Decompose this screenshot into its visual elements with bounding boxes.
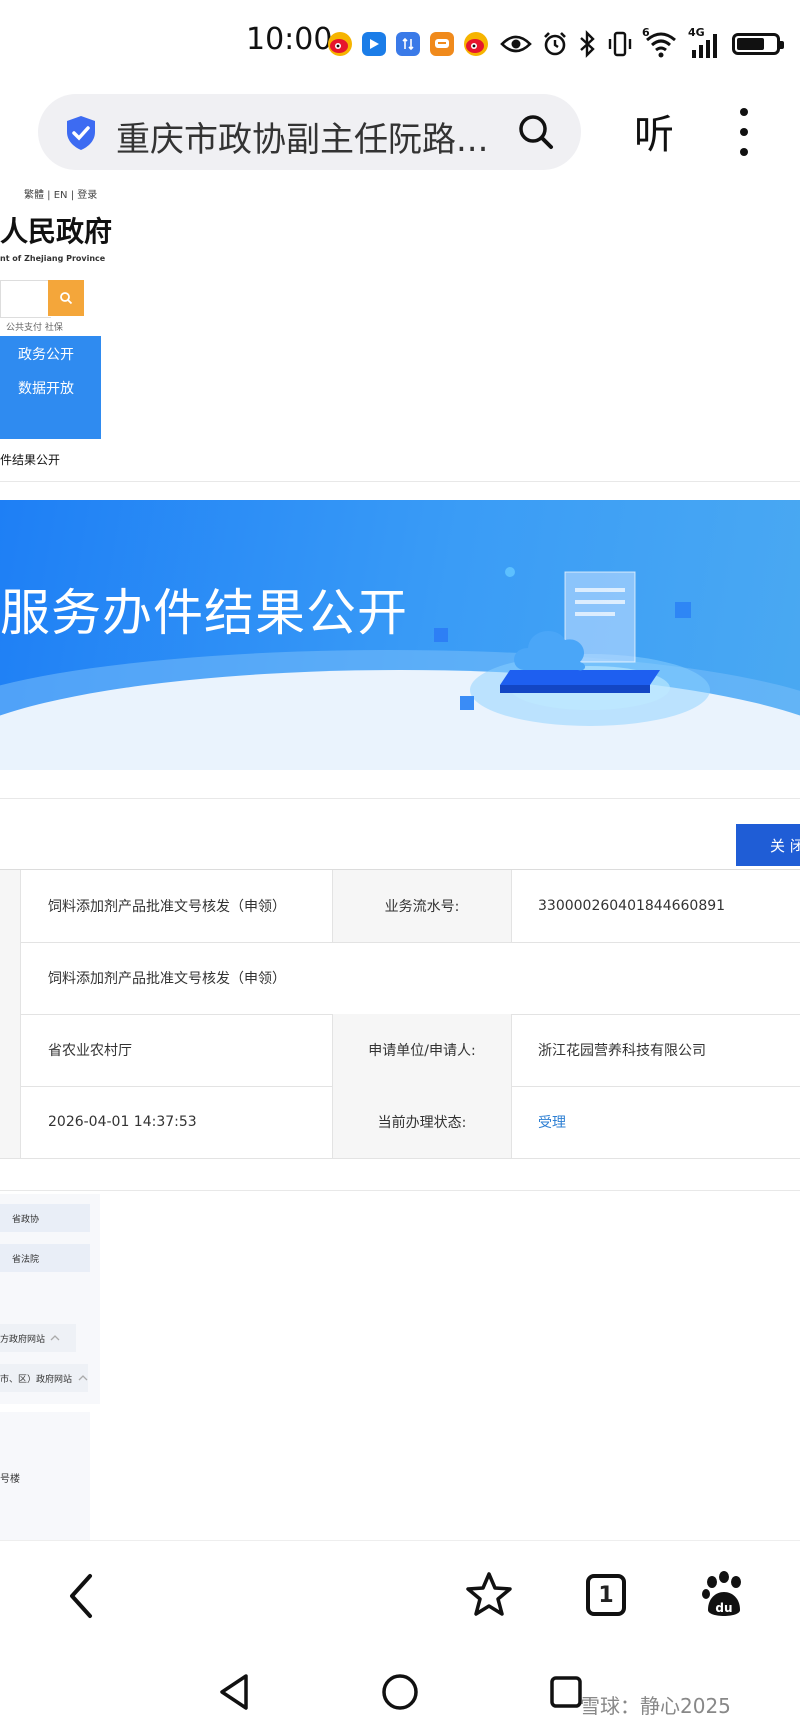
footer-link-city[interactable]: 市、区）政府网站 xyxy=(0,1364,88,1392)
site-search-button[interactable] xyxy=(48,280,84,316)
divider xyxy=(0,1190,800,1191)
browser-toolbar xyxy=(0,1540,800,1650)
table-cell-value: 饲料添加剂产品批准文号核发（申领） xyxy=(48,899,286,915)
tab-count-button[interactable]: 1 xyxy=(586,1574,626,1616)
alarm-icon xyxy=(544,32,566,56)
circle-home-icon[interactable] xyxy=(380,1672,420,1712)
table-cell-value: 省农业农村厅 xyxy=(48,1043,132,1059)
table-row: 饲料添加剂产品批准文号核发（申领） 业务流水号: 330000260401844… xyxy=(0,870,800,943)
sync-icon xyxy=(396,32,420,56)
site-nav: 政务公开 数据开放 xyxy=(0,336,101,439)
wifi-tag: 6 xyxy=(642,26,650,39)
divider xyxy=(0,798,800,799)
quick-links[interactable]: 公共支付 社保 xyxy=(6,320,63,333)
footer-link-label: 方政府网站 xyxy=(0,1334,46,1345)
footer-address: 号楼 xyxy=(0,1474,20,1485)
table-cell-label: 当前办理状态: xyxy=(332,1086,512,1158)
cloud-document-illustration xyxy=(434,567,710,726)
bluetooth-icon xyxy=(580,30,595,58)
baidu-paw-icon[interactable]: du xyxy=(700,1570,748,1620)
nav-item-gov-affairs[interactable]: 政务公开 xyxy=(18,344,74,364)
footer-links-panel: 省政协 省法院 方政府网站 市、区）政府网站 xyxy=(0,1194,100,1404)
site-title: 人民政府 xyxy=(0,215,113,248)
table-cell-value: 2026-04-01 14:37:53 xyxy=(48,1114,197,1130)
status-time: 10:00 xyxy=(246,22,333,57)
table-cell-value: 330000260401844660891 xyxy=(538,898,726,914)
table-cell-value: 饲料添加剂产品批准文号核发（申领） xyxy=(48,971,286,987)
chevron-up-icon[interactable] xyxy=(50,1334,60,1342)
table-cell-value: 浙江花园营养科技有限公司 xyxy=(538,1043,706,1059)
breadcrumb: 件结果公开 xyxy=(0,453,61,467)
banner-title: 服务办件结果公开 xyxy=(0,584,408,642)
table-row: 省农业农村厅 申请单位/申请人: 浙江花园营养科技有限公司 xyxy=(0,1014,800,1087)
language-login-links[interactable]: 繁體 | EN | 登录 xyxy=(24,186,97,201)
close-button[interactable]: 关 闭 xyxy=(736,824,800,866)
footer-link-regional[interactable]: 方政府网站 xyxy=(0,1324,76,1352)
status-value-link[interactable]: 受理 xyxy=(538,1086,566,1158)
table-row: 饲料添加剂产品批准文号核发（申领） xyxy=(0,942,800,1015)
address-query[interactable]: 重庆市政协副主任阮路... xyxy=(116,112,488,161)
tencent-video-icon xyxy=(362,32,386,56)
footer-link-chip[interactable]: 省法院 xyxy=(0,1244,90,1272)
shield-check-icon xyxy=(67,116,95,150)
star-icon[interactable] xyxy=(464,1570,514,1618)
nav-item-open-data[interactable]: 数据开放 xyxy=(18,378,74,398)
site-search-input[interactable] xyxy=(0,280,51,318)
network-type: 4G xyxy=(688,26,705,39)
site-subtitle: nt of Zhejiang Province xyxy=(0,254,106,263)
weibo-icon xyxy=(328,32,352,56)
eye-icon xyxy=(500,35,532,53)
signal-icon: 4G xyxy=(688,26,722,58)
divider xyxy=(0,1540,800,1541)
chevron-up-icon[interactable] xyxy=(78,1374,88,1382)
more-vertical-icon[interactable] xyxy=(738,108,750,156)
footer-link-chip[interactable]: 省政协 xyxy=(0,1204,90,1232)
table-row: 2026-04-01 14:37:53 当前办理状态: 受理 xyxy=(0,1086,800,1159)
vibrate-icon xyxy=(608,31,632,57)
square-recents-icon[interactable] xyxy=(548,1672,584,1712)
search-icon xyxy=(60,292,73,305)
back-chevron-icon[interactable] xyxy=(64,1572,98,1620)
listen-button[interactable]: 听 xyxy=(634,102,674,160)
watermark: 雪球：静心2025 xyxy=(580,1694,731,1718)
system-status-icons: 6 4G xyxy=(500,26,784,62)
battery-icon xyxy=(732,33,784,55)
search-icon[interactable] xyxy=(516,112,556,152)
wifi-icon: 6 xyxy=(642,26,678,58)
footer-link-label: 市、区）政府网站 xyxy=(0,1374,73,1385)
table-cell-label: 业务流水号: xyxy=(332,870,512,942)
divider xyxy=(0,481,800,482)
table-cell-label: 申请单位/申请人: xyxy=(332,1014,512,1086)
svg-text:du: du xyxy=(715,1601,732,1615)
weibo-icon xyxy=(464,32,488,56)
notification-icons xyxy=(328,26,488,62)
message-app-icon xyxy=(430,32,454,56)
triangle-back-icon[interactable] xyxy=(216,1672,252,1712)
